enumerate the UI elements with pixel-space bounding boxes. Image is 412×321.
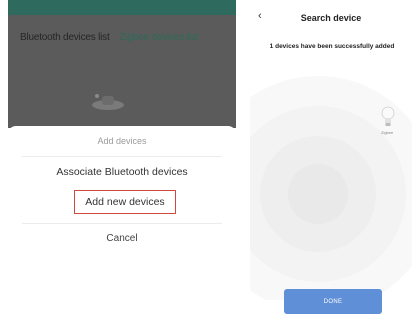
add-new-devices-option[interactable]: Add new devices [74,190,176,214]
page-title: Search device [300,13,362,23]
add-devices-screen: Bluetooth devices list Zigbee devices li… [8,0,236,321]
tab-bluetooth-devices[interactable]: Bluetooth devices list [20,32,110,43]
sheet-title: Add devices [97,136,147,146]
tab-zigbee-devices[interactable]: Zigbee devices list [120,32,199,43]
done-button[interactable]: DONE [284,289,382,314]
cancel-option[interactable]: Cancel [8,233,236,244]
divider [22,223,222,224]
add-new-devices-label: Add new devices [85,196,165,208]
device-label: Zigbee [381,130,394,135]
device-silhouette-icon [92,94,124,110]
search-device-screen: ‹ Search device 1 devices have been succ… [250,0,412,321]
device-list-tabs: Bluetooth devices list Zigbee devices li… [20,26,228,48]
app-header-strip [8,0,236,15]
divider [22,156,222,157]
associate-bluetooth-option[interactable]: Associate Bluetooth devices [8,166,236,178]
dimmed-overlay[interactable]: Bluetooth devices list Zigbee devices li… [8,0,236,128]
add-devices-sheet: Add devices Associate Bluetooth devices … [8,126,236,321]
success-message: 1 devices have been successfully added [269,43,395,50]
radar-search-graphic [250,76,412,300]
